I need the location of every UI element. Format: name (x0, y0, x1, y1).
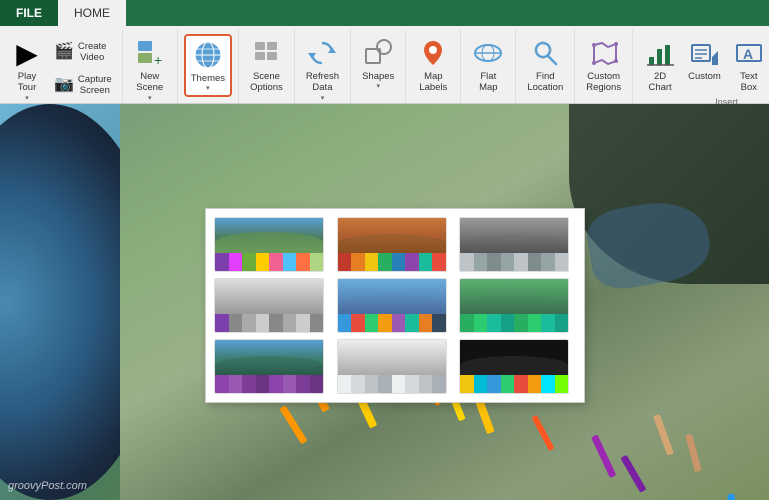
theme-item-3[interactable] (459, 217, 569, 272)
map-area: groovyPost.com (0, 104, 769, 500)
custom-regions-button[interactable]: CustomRegions (581, 34, 626, 97)
themes-dropdown (205, 208, 585, 403)
find-location-icon (529, 37, 561, 69)
create-video-button[interactable]: 🎬 CreateVideo (50, 36, 116, 67)
scene-options-button[interactable]: SceneOptions (245, 34, 288, 97)
themes-button[interactable]: Themes ▾ (184, 34, 232, 97)
watermark: groovyPost.com (8, 480, 87, 492)
ribbon-group-tour: ▶ PlayTour ▾ 🎬 CreateVideo 📷 CaptureScre… (0, 30, 123, 103)
flat-map-icon (472, 37, 504, 69)
custom-button[interactable]: Custom (683, 34, 726, 85)
flat-map-button[interactable]: FlatMap (467, 34, 509, 97)
tab-bar: FILE HOME (0, 0, 769, 26)
themes-grid (214, 217, 576, 394)
play-tour-button[interactable]: ▶ PlayTour ▾ (6, 34, 48, 105)
ribbon-group-insert: 2DChart Custom (633, 30, 769, 103)
map-labels-button[interactable]: MapLabels (412, 34, 454, 97)
theme-item-2[interactable] (337, 217, 447, 272)
video-icon: 🎬 (54, 41, 74, 61)
theme-item-4[interactable] (214, 278, 324, 333)
tab-home[interactable]: HOME (58, 0, 126, 26)
theme-item-6[interactable] (459, 278, 569, 333)
text-box-icon: A (733, 37, 765, 69)
text-box-button[interactable]: A TextBox (728, 34, 769, 97)
scene-buttons: + NewScene ▾ (129, 30, 171, 105)
2d-chart-button[interactable]: 2DChart (639, 34, 681, 97)
camera-icon: 📷 (54, 74, 74, 94)
refresh-data-button[interactable]: RefreshData ▾ (301, 34, 344, 105)
play-tour-label: PlayTour (18, 71, 36, 94)
map-labels-icon (417, 37, 449, 69)
ribbon-group-find-location: FindLocation (516, 30, 575, 103)
svg-text:+: + (154, 52, 162, 68)
tour-buttons: ▶ PlayTour ▾ 🎬 CreateVideo 📷 CaptureScre… (6, 30, 116, 105)
scene-options-icon (250, 37, 282, 69)
ribbon-group-themes: Themes ▾ (178, 30, 239, 103)
chart-icon (644, 37, 676, 69)
ribbon-group-map-labels: MapLabels (406, 30, 461, 103)
shapes-button[interactable]: Shapes ▾ (357, 34, 399, 93)
ribbon: ▶ PlayTour ▾ 🎬 CreateVideo 📷 CaptureScre… (0, 26, 769, 104)
ribbon-group-scene-options: SceneOptions (239, 30, 295, 103)
custom-regions-icon (588, 37, 620, 69)
themes-icon (192, 39, 224, 71)
theme-item-9[interactable] (459, 339, 569, 394)
ribbon-group-shapes: Shapes ▾ (351, 30, 406, 103)
find-location-button[interactable]: FindLocation (522, 34, 568, 97)
theme-item-1[interactable] (214, 217, 324, 272)
capture-screen-button[interactable]: 📷 CaptureScreen (50, 69, 116, 100)
ribbon-group-refresh: RefreshData ▾ (295, 30, 351, 103)
theme-item-7[interactable] (214, 339, 324, 394)
ribbon-group-custom-regions: CustomRegions (575, 30, 633, 103)
theme-item-8[interactable] (337, 339, 447, 394)
new-scene-icon: + (134, 37, 166, 69)
refresh-icon (306, 37, 338, 69)
tab-file[interactable]: FILE (0, 0, 58, 26)
new-scene-button[interactable]: + NewScene ▾ (129, 34, 171, 105)
play-icon: ▶ (11, 37, 43, 69)
shapes-icon (362, 37, 394, 69)
theme-item-5[interactable] (337, 278, 447, 333)
ribbon-group-scene: + NewScene ▾ (123, 30, 178, 103)
svg-text:A: A (743, 46, 753, 62)
ribbon-group-flat-map: FlatMap (461, 30, 516, 103)
custom-icon (688, 37, 720, 69)
